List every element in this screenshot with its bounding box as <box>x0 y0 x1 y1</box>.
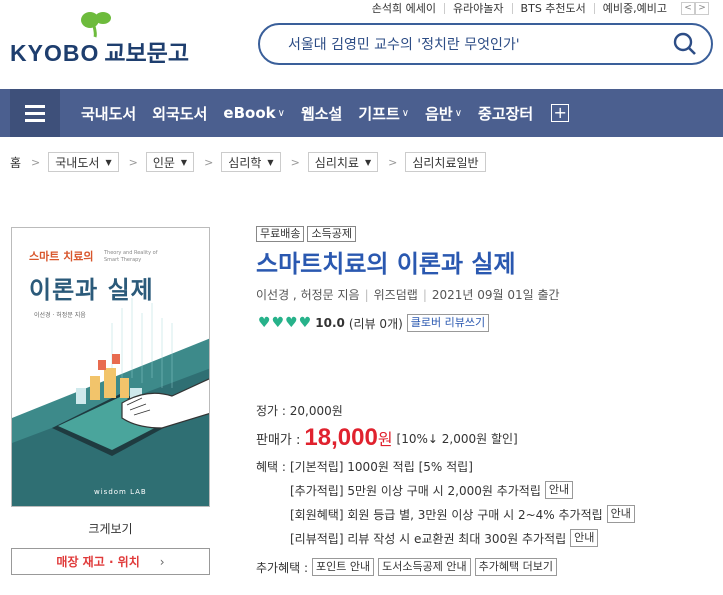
list-price: 정가 : 20,000원 <box>256 404 343 418</box>
store-stock-label: 매장 재고 · 위치 <box>56 555 140 569</box>
caret-down-icon: ▼ <box>364 157 372 167</box>
hamburger-menu-icon[interactable] <box>10 89 60 137</box>
chevron-right-icon: › <box>159 554 165 569</box>
heart-icon: ♥ <box>271 315 285 331</box>
breadcrumb-separator-icon: > <box>204 155 214 169</box>
plus-icon[interactable]: + <box>551 104 570 122</box>
cover-title-big: 이론과 실제 <box>29 276 154 304</box>
caret-down-icon: ▼ <box>267 157 274 167</box>
heart-icon: ♥ <box>285 315 298 331</box>
top-link[interactable]: 예비중,예비고 <box>593 2 675 14</box>
chevron-down-icon: ∨ <box>401 107 410 119</box>
logo-en: KYOBO <box>10 40 100 66</box>
nav-items: 국내도서 외국도서 eBook ∨ 웹소설 기프트 ∨ 음반 ∨ 중고장터 <box>81 103 549 124</box>
rating-hearts: ♥ ♥ ♥ ♥ <box>258 316 311 330</box>
store-stock-button[interactable]: 매장 재고 · 위치 › <box>11 548 210 575</box>
benefit-label: 혜택 : <box>256 460 286 474</box>
book-publisher[interactable]: 위즈덤랩 <box>374 286 418 303</box>
enlarge-link[interactable]: 크게보기 <box>11 520 210 537</box>
nav-item-webnovel[interactable]: 웹소설 <box>301 103 342 124</box>
heart-icon: ♥ <box>258 315 271 331</box>
breadcrumb: 홈 > 국내도서 ▼ > 인문 ▼ > 심리학 ▼ > 심리치료 ▼ > 심리치료일반 <box>10 152 496 172</box>
sale-price-row: 판매가 : 18,000 원 [10%↓ 2,000원 할인] <box>256 424 518 452</box>
benefit-row-extra: [추가적립] 5만원 이상 구매 시 2,000원 추가적립 안내 <box>290 481 574 499</box>
cover-authors: 이선경 · 허정문 지음 <box>34 312 86 319</box>
logo-ko: 교보문고 <box>104 40 189 66</box>
rating-score: 10.0 <box>315 316 345 330</box>
breadcrumb-home[interactable]: 홈 <box>10 154 21 171</box>
sale-price: 18,000 <box>304 424 378 451</box>
divider: | <box>364 287 369 302</box>
tax-deduction-info-button[interactable]: 도서소득공제 안내 <box>378 558 471 576</box>
book-cover-image[interactable]: 스마트 치료의 Theory and Reality of Smart Ther… <box>11 227 210 507</box>
caret-down-icon: ▼ <box>180 157 188 167</box>
breadcrumb-item[interactable]: 심리학 ▼ <box>221 152 281 172</box>
author-line: 이선경 , 허정문 지음 | 위즈덤랩 | 2021년 09월 01일 출간 <box>256 286 560 303</box>
divider: | <box>422 287 427 302</box>
benefit-basic: [기본적립] 1000원 적립 [5% 적립] <box>289 460 473 474</box>
chevron-down-icon: ∨ <box>277 107 285 119</box>
nav-item-ebook[interactable]: eBook ∨ <box>223 103 285 124</box>
benefit-info-button[interactable]: 안내 <box>606 505 635 523</box>
nav-item-gift[interactable]: 기프트 ∨ <box>358 103 409 124</box>
sale-price-label: 판매가 : <box>256 432 301 448</box>
next-arrow-button[interactable]: > <box>695 1 709 15</box>
breadcrumb-separator-icon: > <box>31 155 41 169</box>
benefit-row: 혜택 : [기본적립] 1000원 적립 [5% 적립] <box>256 458 473 475</box>
top-link[interactable]: BTS 추천도서 <box>511 2 594 14</box>
top-link[interactable]: 유라야놀자 <box>443 2 512 14</box>
breadcrumb-separator-icon: > <box>290 155 300 169</box>
benefit-info-button[interactable]: 안내 <box>544 481 574 499</box>
chevron-down-icon: ∨ <box>454 107 463 119</box>
sale-price-unit: 원 <box>377 430 393 449</box>
cover-publisher-logo: wisdom LAB <box>94 488 147 496</box>
cover-title-english: Theory and Reality of Smart Therapy <box>104 250 158 263</box>
logo-text: KYOBO 교보문고 <box>10 34 189 68</box>
benefit-row-review: [리뷰적립] 리뷰 작성 시 e교환권 최대 300원 추가적립 안내 <box>290 529 599 547</box>
more-benefits-button[interactable]: 추가혜택 더보기 <box>474 558 557 576</box>
nav-item-foreign-books[interactable]: 외국도서 <box>152 103 207 124</box>
point-info-button[interactable]: 포인트 안내 <box>312 558 375 576</box>
breadcrumb-separator-icon: > <box>388 155 398 169</box>
breadcrumb-item[interactable]: 심리치료 ▼ <box>307 152 379 172</box>
top-links: 손석희 에세이 유라야놀자 BTS 추천도서 예비중,예비고 < > <box>364 0 723 16</box>
review-count: (리뷰 0개) <box>348 316 403 331</box>
heart-icon: ♥ <box>298 315 312 331</box>
breadcrumb-item-current[interactable]: 심리치료일반 <box>405 152 486 172</box>
search-icon[interactable] <box>673 32 697 56</box>
book-authors[interactable]: 이선경 , 허정문 지음 <box>256 286 360 303</box>
extra-benefit-label: 추가혜택 : <box>256 560 309 575</box>
breadcrumb-item[interactable]: 국내도서 ▼ <box>48 152 119 172</box>
breadcrumb-item[interactable]: 인문 ▼ <box>145 152 195 172</box>
book-tags: 무료배송 소득공제 <box>256 226 356 242</box>
search-bar[interactable]: 서울대 김영민 교수의 '정치란 무엇인가' <box>258 23 713 65</box>
benefit-text: [추가적립] 5만원 이상 구매 시 2,000원 추가적립 <box>290 483 541 498</box>
benefit-row-member: [회원혜택] 회원 등급 별, 3만원 이상 구매 시 2~4% 추가적립 안내 <box>290 505 635 523</box>
book-date: 2021년 09월 01일 출간 <box>431 288 560 302</box>
breadcrumb-separator-icon: > <box>128 155 138 169</box>
prev-arrow-button[interactable]: < <box>681 1 695 15</box>
benefit-text: [회원혜택] 회원 등급 별, 3만원 이상 구매 시 2~4% 추가적립 <box>290 507 603 522</box>
tag-tax-deduction: 소득공제 <box>307 226 356 242</box>
main-navbar: 국내도서 외국도서 eBook ∨ 웹소설 기프트 ∨ 음반 ∨ 중고장터 + <box>0 89 723 137</box>
nav-item-music[interactable]: 음반 ∨ <box>425 103 462 124</box>
top-link[interactable]: 손석희 에세이 <box>364 3 444 14</box>
book-title: 스마트치료의 이론과 실제 <box>256 250 516 278</box>
nav-item-domestic-books[interactable]: 국내도서 <box>81 103 136 124</box>
top-link-arrows: < > <box>681 1 709 15</box>
write-review-button[interactable]: 클로버 리뷰쓰기 <box>406 314 490 332</box>
cover-title-small: 스마트 치료의 <box>29 250 94 263</box>
benefit-text: [리뷰적립] 리뷰 작성 시 e교환권 최대 300원 추가적립 <box>290 531 567 546</box>
caret-down-icon: ▼ <box>105 157 112 167</box>
rating: ♥ ♥ ♥ ♥ 10.0 (리뷰 0개) 클로버 리뷰쓰기 <box>258 314 490 332</box>
benefit-info-button[interactable]: 안내 <box>570 529 599 547</box>
tag-free-shipping: 무료배송 <box>256 226 305 242</box>
nav-item-used-market[interactable]: 중고장터 <box>478 103 533 124</box>
search-input[interactable]: 서울대 김영민 교수의 '정치란 무엇인가' <box>288 34 520 54</box>
discount-info: [10%↓ 2,000원 할인] <box>396 431 518 446</box>
extra-benefit-row: 추가혜택 : 포인트 안내 도서소득공제 안내 추가혜택 더보기 <box>256 558 557 576</box>
